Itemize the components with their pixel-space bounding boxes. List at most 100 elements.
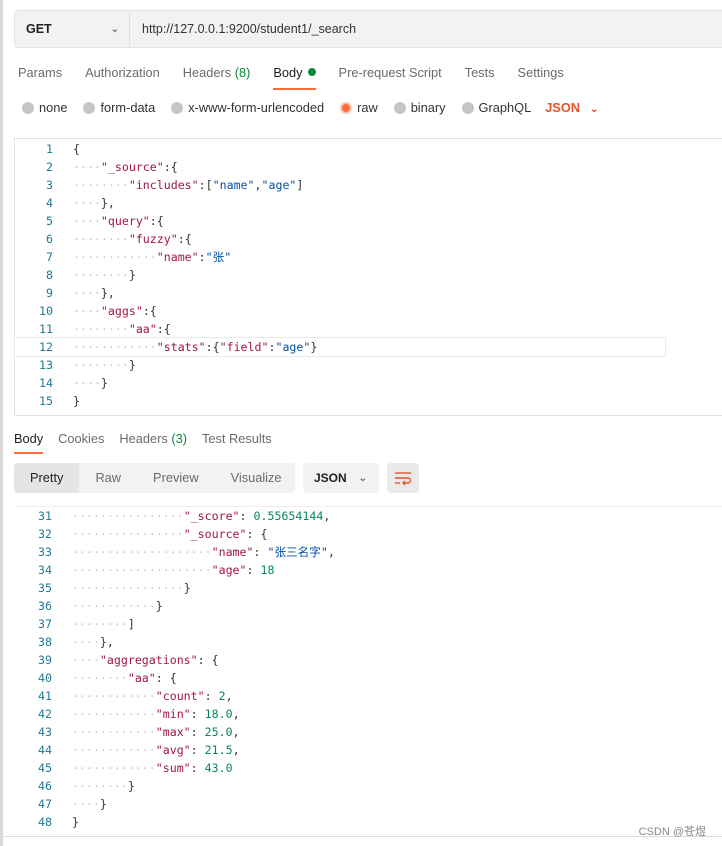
tab-label: Pre-request Script [338, 65, 442, 80]
token: , [323, 509, 331, 523]
body-format-label: JSON [545, 100, 581, 115]
token: 18.0 [204, 707, 233, 721]
code-line: 12 ············"stats":{"field":"age"} [14, 337, 666, 357]
token: "name" [212, 178, 255, 192]
code-line: 6 ········"fuzzy":{ [15, 230, 665, 248]
response-body-viewer[interactable]: 31 ················"_score": 0.55654144, 3… [14, 506, 722, 832]
token: : { [246, 527, 268, 541]
indent: ············ [73, 340, 157, 354]
radio-circle-icon [22, 101, 34, 114]
radio-circle-icon [461, 101, 474, 114]
line-number: 15 [39, 394, 53, 408]
code-line: 8 ········} [15, 266, 665, 284]
token: : [204, 689, 219, 703]
code-line: 45 ············"sum": 43.0 [14, 759, 335, 777]
radio-label: GraphQL [478, 100, 532, 115]
tab-label: Params [18, 65, 63, 80]
token: ] [296, 178, 304, 192]
token: "aa" [128, 322, 157, 336]
indent: ········ [73, 232, 129, 246]
radio-circle-icon [393, 101, 406, 114]
code-line: 32 ················"_source": { [14, 525, 335, 543]
indent: ········ [73, 322, 129, 336]
token: } [100, 376, 108, 390]
tab-settings[interactable]: Settings [518, 62, 564, 90]
token: "aa" [127, 671, 156, 685]
radio-GraphQL[interactable]: GraphQL [461, 100, 532, 115]
radio-none[interactable]: none [22, 100, 67, 115]
code-line: 9 ····}, [15, 284, 665, 302]
indent: ············ [72, 725, 156, 739]
indent: ···················· [72, 563, 212, 577]
token: :{ [142, 304, 157, 318]
radio-raw[interactable]: raw [340, 100, 378, 115]
response-tab-headers[interactable]: Headers (3) [119, 428, 187, 454]
response-tab-test-results[interactable]: Test Results [202, 428, 272, 454]
code-line: 48} [14, 813, 335, 831]
token: : { [155, 671, 177, 685]
line-number: 2 [46, 160, 53, 174]
line-number: 11 [39, 322, 53, 336]
line-number: 37 [38, 617, 52, 631]
radio-label: form-data [100, 100, 156, 115]
token: : [198, 250, 206, 264]
token: "_source" [100, 160, 164, 174]
response-tab-cookies[interactable]: Cookies [58, 428, 104, 454]
tab-body[interactable]: Body [273, 62, 316, 90]
line-number: 35 [38, 581, 52, 595]
token: "age" [275, 340, 311, 354]
token: , [232, 707, 240, 721]
request-body-editor[interactable]: 1 {2 ····"_source" :{ 3 ········"includes":["… [14, 138, 722, 416]
token: :{ [177, 232, 192, 246]
response-tab-body[interactable]: Body [14, 428, 44, 454]
indent: ················ [72, 527, 184, 541]
view-mode-preview[interactable]: Preview [137, 463, 215, 493]
code-line: 41 ············"count": 2, [14, 687, 335, 705]
code-line: 3 ········"includes":["name","age"] [15, 176, 665, 194]
tab-headers[interactable]: Headers (8) [183, 62, 251, 90]
tab-pre-request-script[interactable]: Pre-request Script [339, 62, 442, 90]
tab-count: (8) [234, 65, 251, 80]
method-select[interactable]: GET ⌄ [15, 11, 130, 47]
wrap-lines-button[interactable] [387, 463, 419, 493]
token: } [128, 358, 136, 372]
url-input[interactable]: http://127.0.0.1:9200/student1/_search [130, 22, 356, 36]
line-number: 14 [39, 376, 53, 390]
view-mode-raw[interactable]: Raw [79, 463, 137, 493]
response-format-select[interactable]: JSON ⌄ [303, 463, 379, 493]
token: "aggregations" [99, 653, 198, 667]
view-mode-pretty[interactable]: Pretty [14, 463, 80, 493]
watermark: CSDN @苍煜 [638, 826, 706, 838]
radio-binary[interactable]: binary [393, 100, 446, 115]
token: } [155, 599, 163, 613]
line-number: 1 [46, 142, 53, 156]
radio-x-www-form-urlencoded[interactable]: x-www-form-urlencoded [171, 100, 324, 115]
token: : [190, 707, 205, 721]
tab-tests[interactable]: Tests [465, 62, 495, 90]
token: 43.0 [204, 761, 233, 775]
line-number: 38 [38, 635, 52, 649]
token: { [73, 142, 80, 156]
indent: ············ [73, 250, 157, 264]
radio-form-data[interactable]: form-data [83, 100, 155, 115]
line-number: 9 [46, 286, 53, 300]
response-tabs: Body Cookies Headers (3) Test Results [14, 428, 287, 454]
token: :{ [205, 340, 220, 354]
token: "fuzzy" [128, 232, 178, 246]
chevron-down-icon: ⌄ [110, 23, 119, 35]
token: } [127, 779, 135, 793]
code-line: 47 ····} [14, 795, 335, 813]
tab-params[interactable]: Params [18, 62, 62, 90]
token: "张三名字" [267, 545, 328, 559]
token: "name" [156, 250, 199, 264]
line-number: 10 [39, 304, 53, 318]
body-format-select[interactable]: JSON ⌄ [545, 100, 598, 115]
tab-label: Settings [517, 65, 564, 80]
view-mode-visualize[interactable]: Visualize [215, 463, 298, 493]
token: , [327, 545, 335, 559]
tab-authorization[interactable]: Authorization [85, 62, 160, 90]
indent: ···· [73, 160, 101, 174]
tab-label: Tests [464, 65, 495, 80]
chevron-down-icon: ⌄ [590, 104, 599, 115]
token: , [232, 743, 240, 757]
